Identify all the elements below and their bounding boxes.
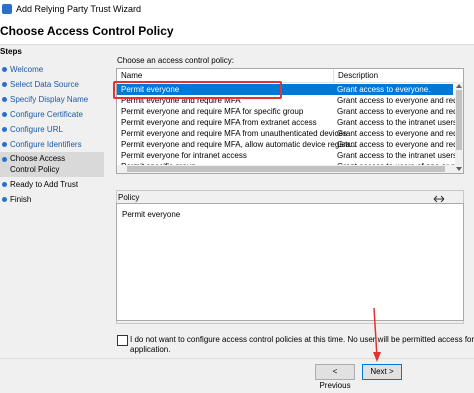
footer-divider	[0, 358, 474, 359]
step-label: Select Data Source	[10, 80, 79, 89]
policy-text: Permit everyone	[122, 210, 181, 219]
policy-label: Policy	[118, 193, 140, 202]
policy-row[interactable]: Permit everyone for intranet access Grant…	[117, 150, 459, 161]
skip-policy-checkbox-label-line2: application.	[130, 345, 171, 354]
step-label: Welcome	[10, 65, 44, 74]
policy-text-box: Permit everyone	[116, 203, 464, 321]
step-label: Choose Access Control Policy	[10, 154, 66, 174]
step-configure-url[interactable]: Configure URL	[0, 122, 104, 137]
step-bullet-icon	[2, 127, 7, 132]
horizontal-scrollbar[interactable]	[117, 165, 455, 173]
column-header-name[interactable]: Name	[121, 71, 142, 80]
column-divider[interactable]	[333, 69, 334, 82]
step-bullet-icon	[2, 197, 7, 202]
previous-button[interactable]: < Previous	[315, 364, 355, 390]
step-bullet-icon	[2, 157, 7, 162]
policy-row[interactable]: Permit everyone and require MFA for spec…	[117, 106, 463, 117]
scrollbar-thumb[interactable]	[127, 166, 445, 172]
step-configure-certificate[interactable]: Configure Certificate	[0, 107, 104, 122]
policy-description: Grant access to everyone and requi	[337, 129, 464, 138]
step-label: Configure Identifiers	[10, 140, 82, 149]
title-bar: Add Relying Party Trust Wizard	[0, 0, 474, 20]
scroll-down-icon[interactable]	[456, 167, 462, 171]
step-specify-display-name[interactable]: Specify Display Name	[0, 92, 104, 107]
policy-description: Grant access to everyone and requi	[337, 140, 464, 149]
step-bullet-icon	[2, 142, 7, 147]
scrollbar-thumb[interactable]	[456, 90, 462, 150]
step-choose-access-control-policy[interactable]: Choose Access Control Policy	[0, 152, 104, 177]
steps-list: Welcome Select Data Source Specify Displ…	[0, 62, 104, 207]
skip-policy-checkbox-label: I do not want to configure access contro…	[130, 335, 474, 344]
vertical-scrollbar[interactable]	[455, 82, 463, 173]
wizard-header: Choose Access Control Policy	[0, 20, 474, 45]
annotation-highlight-box	[113, 81, 282, 99]
policy-list-prompt: Choose an access control policy:	[117, 56, 234, 65]
step-label: Specify Display Name	[10, 95, 89, 104]
policy-name: Permit everyone and require MFA from ext…	[121, 118, 317, 127]
step-ready-to-add-trust[interactable]: Ready to Add Trust	[0, 177, 104, 192]
next-button[interactable]: Next >	[362, 364, 402, 380]
policy-description: Grant access to the intranet users.	[337, 151, 460, 160]
step-label: Configure Certificate	[10, 110, 83, 119]
step-bullet-icon	[2, 67, 7, 72]
policy-name: Permit everyone and require MFA for spec…	[121, 107, 304, 116]
step-bullet-icon	[2, 182, 7, 187]
step-bullet-icon	[2, 112, 7, 117]
policy-row[interactable]: Permit everyone and require MFA from ext…	[117, 117, 463, 128]
policy-description: Grant access to everyone and requi	[337, 107, 464, 116]
policy-name: Permit everyone and require MFA from una…	[121, 129, 347, 138]
policy-description: Grant access to everyone and requi	[337, 96, 464, 105]
wizard-app-icon	[2, 4, 12, 14]
window-title: Add Relying Party Trust Wizard	[16, 4, 142, 14]
scroll-up-icon[interactable]	[456, 84, 462, 88]
policy-description: Grant access to everyone.	[337, 85, 431, 94]
step-select-data-source[interactable]: Select Data Source	[0, 77, 104, 92]
step-finish[interactable]: Finish	[0, 192, 104, 207]
step-label: Ready to Add Trust	[10, 180, 79, 189]
step-welcome[interactable]: Welcome	[0, 62, 104, 77]
step-configure-identifiers[interactable]: Configure Identifiers	[0, 137, 104, 152]
policy-row[interactable]: Permit everyone and require MFA from una…	[117, 128, 463, 139]
step-bullet-icon	[2, 97, 7, 102]
step-label: Finish	[10, 195, 32, 204]
skip-policy-checkbox[interactable]	[117, 335, 128, 346]
column-header-description[interactable]: Description	[338, 71, 378, 80]
steps-heading: Steps	[0, 47, 22, 56]
step-label: Configure URL	[10, 125, 63, 134]
policy-name: Permit everyone and require MFA, allow a…	[121, 140, 357, 149]
policy-row[interactable]: Permit everyone and require MFA, allow a…	[117, 139, 463, 150]
step-bullet-icon	[2, 82, 7, 87]
page-title: Choose Access Control Policy	[0, 24, 174, 38]
policy-name: Permit everyone for intranet access	[121, 151, 247, 160]
policy-description: Grant access to the intranet users an	[337, 118, 464, 127]
mouse-cursor-icon	[433, 195, 445, 203]
